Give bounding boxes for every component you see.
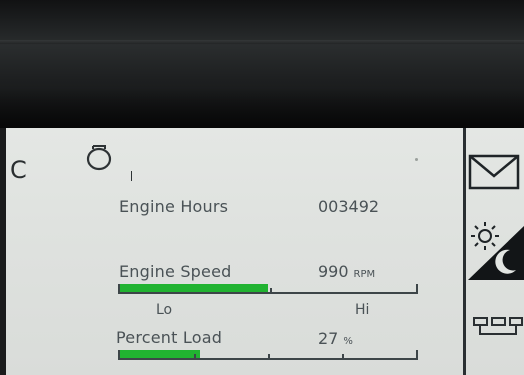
engine-speed-readout: 990 RPM: [318, 262, 375, 281]
percent-load-bar: [118, 350, 418, 360]
engine-icon: [82, 142, 116, 176]
display-bezel: [0, 0, 524, 134]
engine-speed-value: 990: [318, 262, 349, 281]
percent-load-unit: %: [343, 336, 353, 347]
engine-speed-unit: RPM: [353, 269, 376, 280]
percent-load-bar-tick: [194, 354, 196, 360]
percent-load-value: 27: [318, 329, 339, 348]
side-tab-letter[interactable]: C: [10, 156, 27, 184]
engine-speed-bar: [118, 284, 418, 294]
engine-speed-label: Engine Speed: [119, 262, 232, 281]
bezel-shadow: [0, 88, 524, 128]
percent-load-bar-tick: [342, 354, 344, 360]
percent-load-label: Percent Load: [116, 328, 223, 347]
engine-speed-bar-fill: [120, 284, 268, 292]
percent-load-readout: 27%: [318, 329, 353, 348]
engine-speed-scale-lo: Lo: [156, 302, 173, 318]
percent-load-bar-tick: [268, 354, 270, 360]
engine-hours-value: 003492: [318, 197, 380, 216]
engine-speed-scale-hi: Hi: [355, 302, 370, 318]
percent-load-bar-fill: [120, 350, 200, 358]
display-screen: C Engine Hours 003492 Engine Speed 990 RP…: [6, 128, 524, 375]
screen-speck: [415, 158, 418, 161]
engine-speed-bar-tick: [270, 288, 272, 294]
day-night-icon[interactable]: [466, 218, 524, 284]
menu-icon[interactable]: [472, 310, 524, 344]
envelope-icon[interactable]: [468, 154, 520, 194]
engine-hours-label: Engine Hours: [119, 197, 229, 216]
bezel-ridge: [0, 40, 524, 44]
top-tick-mark: [131, 171, 132, 181]
